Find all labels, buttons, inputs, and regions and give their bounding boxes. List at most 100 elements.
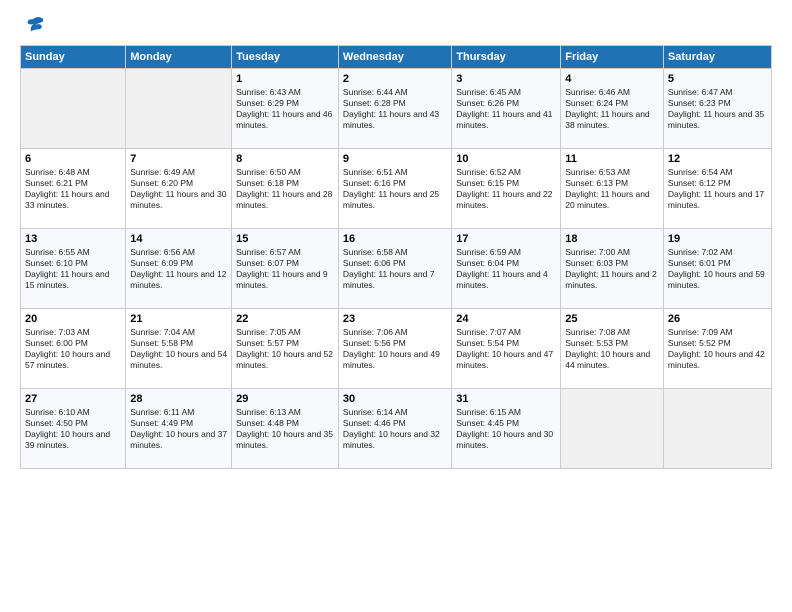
day-number: 6	[25, 152, 121, 166]
table-row: 4Sunrise: 6:46 AMSunset: 6:24 PMDaylight…	[561, 68, 664, 148]
cell-text: Sunrise: 6:47 AMSunset: 6:23 PMDaylight:…	[668, 87, 767, 131]
day-number: 21	[130, 312, 227, 326]
table-row: 9Sunrise: 6:51 AMSunset: 6:16 PMDaylight…	[338, 148, 451, 228]
table-row: 11Sunrise: 6:53 AMSunset: 6:13 PMDayligh…	[561, 148, 664, 228]
table-row: 23Sunrise: 7:06 AMSunset: 5:56 PMDayligh…	[338, 308, 451, 388]
table-row: 28Sunrise: 6:11 AMSunset: 4:49 PMDayligh…	[126, 388, 232, 468]
table-row: 14Sunrise: 6:56 AMSunset: 6:09 PMDayligh…	[126, 228, 232, 308]
day-number: 4	[565, 72, 659, 86]
cell-text: Sunrise: 6:44 AMSunset: 6:28 PMDaylight:…	[343, 87, 447, 131]
table-row: 26Sunrise: 7:09 AMSunset: 5:52 PMDayligh…	[663, 308, 771, 388]
table-row: 31Sunrise: 6:15 AMSunset: 4:45 PMDayligh…	[452, 388, 561, 468]
table-row: 1Sunrise: 6:43 AMSunset: 6:29 PMDaylight…	[232, 68, 339, 148]
day-number: 24	[456, 312, 556, 326]
cell-text: Sunrise: 6:10 AMSunset: 4:50 PMDaylight:…	[25, 407, 121, 451]
day-number: 12	[668, 152, 767, 166]
cell-text: Sunrise: 6:50 AMSunset: 6:18 PMDaylight:…	[236, 167, 334, 211]
week-row-3: 20Sunrise: 7:03 AMSunset: 6:00 PMDayligh…	[21, 308, 772, 388]
cell-text: Sunrise: 6:51 AMSunset: 6:16 PMDaylight:…	[343, 167, 447, 211]
table-row: 8Sunrise: 6:50 AMSunset: 6:18 PMDaylight…	[232, 148, 339, 228]
cell-text: Sunrise: 6:53 AMSunset: 6:13 PMDaylight:…	[565, 167, 659, 211]
table-row: 3Sunrise: 6:45 AMSunset: 6:26 PMDaylight…	[452, 68, 561, 148]
table-row: 6Sunrise: 6:48 AMSunset: 6:21 PMDaylight…	[21, 148, 126, 228]
cell-text: Sunrise: 6:58 AMSunset: 6:06 PMDaylight:…	[343, 247, 447, 291]
table-row: 17Sunrise: 6:59 AMSunset: 6:04 PMDayligh…	[452, 228, 561, 308]
table-row: 18Sunrise: 7:00 AMSunset: 6:03 PMDayligh…	[561, 228, 664, 308]
col-header-saturday: Saturday	[663, 45, 771, 68]
table-row	[561, 388, 664, 468]
table-row: 2Sunrise: 6:44 AMSunset: 6:28 PMDaylight…	[338, 68, 451, 148]
day-number: 18	[565, 232, 659, 246]
logo-bird-icon	[23, 16, 45, 34]
col-header-thursday: Thursday	[452, 45, 561, 68]
header-row: SundayMondayTuesdayWednesdayThursdayFrid…	[21, 45, 772, 68]
cell-text: Sunrise: 6:46 AMSunset: 6:24 PMDaylight:…	[565, 87, 659, 131]
cell-text: Sunrise: 6:59 AMSunset: 6:04 PMDaylight:…	[456, 247, 556, 291]
table-row	[126, 68, 232, 148]
day-number: 2	[343, 72, 447, 86]
day-number: 16	[343, 232, 447, 246]
table-row: 27Sunrise: 6:10 AMSunset: 4:50 PMDayligh…	[21, 388, 126, 468]
logo	[20, 15, 43, 35]
day-number: 15	[236, 232, 334, 246]
cell-text: Sunrise: 6:55 AMSunset: 6:10 PMDaylight:…	[25, 247, 121, 291]
cell-text: Sunrise: 7:06 AMSunset: 5:56 PMDaylight:…	[343, 327, 447, 371]
table-row: 29Sunrise: 6:13 AMSunset: 4:48 PMDayligh…	[232, 388, 339, 468]
day-number: 10	[456, 152, 556, 166]
table-row: 20Sunrise: 7:03 AMSunset: 6:00 PMDayligh…	[21, 308, 126, 388]
day-number: 3	[456, 72, 556, 86]
day-number: 28	[130, 392, 227, 406]
week-row-0: 1Sunrise: 6:43 AMSunset: 6:29 PMDaylight…	[21, 68, 772, 148]
cell-text: Sunrise: 6:48 AMSunset: 6:21 PMDaylight:…	[25, 167, 121, 211]
cell-text: Sunrise: 7:09 AMSunset: 5:52 PMDaylight:…	[668, 327, 767, 371]
col-header-friday: Friday	[561, 45, 664, 68]
day-number: 9	[343, 152, 447, 166]
day-number: 23	[343, 312, 447, 326]
cell-text: Sunrise: 6:14 AMSunset: 4:46 PMDaylight:…	[343, 407, 447, 451]
col-header-wednesday: Wednesday	[338, 45, 451, 68]
table-row	[21, 68, 126, 148]
cell-text: Sunrise: 6:13 AMSunset: 4:48 PMDaylight:…	[236, 407, 334, 451]
table-row: 22Sunrise: 7:05 AMSunset: 5:57 PMDayligh…	[232, 308, 339, 388]
week-row-1: 6Sunrise: 6:48 AMSunset: 6:21 PMDaylight…	[21, 148, 772, 228]
day-number: 7	[130, 152, 227, 166]
day-number: 29	[236, 392, 334, 406]
day-number: 20	[25, 312, 121, 326]
day-number: 19	[668, 232, 767, 246]
day-number: 1	[236, 72, 334, 86]
table-row: 15Sunrise: 6:57 AMSunset: 6:07 PMDayligh…	[232, 228, 339, 308]
day-number: 14	[130, 232, 227, 246]
col-header-monday: Monday	[126, 45, 232, 68]
calendar-table: SundayMondayTuesdayWednesdayThursdayFrid…	[20, 45, 772, 469]
table-row: 30Sunrise: 6:14 AMSunset: 4:46 PMDayligh…	[338, 388, 451, 468]
cell-text: Sunrise: 7:03 AMSunset: 6:00 PMDaylight:…	[25, 327, 121, 371]
table-row	[663, 388, 771, 468]
week-row-4: 27Sunrise: 6:10 AMSunset: 4:50 PMDayligh…	[21, 388, 772, 468]
cell-text: Sunrise: 6:54 AMSunset: 6:12 PMDaylight:…	[668, 167, 767, 211]
cell-text: Sunrise: 6:11 AMSunset: 4:49 PMDaylight:…	[130, 407, 227, 451]
table-row: 12Sunrise: 6:54 AMSunset: 6:12 PMDayligh…	[663, 148, 771, 228]
table-row: 24Sunrise: 7:07 AMSunset: 5:54 PMDayligh…	[452, 308, 561, 388]
cell-text: Sunrise: 6:49 AMSunset: 6:20 PMDaylight:…	[130, 167, 227, 211]
calendar-body: 1Sunrise: 6:43 AMSunset: 6:29 PMDaylight…	[21, 68, 772, 468]
day-number: 26	[668, 312, 767, 326]
table-row: 5Sunrise: 6:47 AMSunset: 6:23 PMDaylight…	[663, 68, 771, 148]
col-header-sunday: Sunday	[21, 45, 126, 68]
day-number: 31	[456, 392, 556, 406]
cell-text: Sunrise: 6:15 AMSunset: 4:45 PMDaylight:…	[456, 407, 556, 451]
header	[20, 15, 772, 35]
cell-text: Sunrise: 6:52 AMSunset: 6:15 PMDaylight:…	[456, 167, 556, 211]
day-number: 17	[456, 232, 556, 246]
cell-text: Sunrise: 7:05 AMSunset: 5:57 PMDaylight:…	[236, 327, 334, 371]
day-number: 5	[668, 72, 767, 86]
table-row: 21Sunrise: 7:04 AMSunset: 5:58 PMDayligh…	[126, 308, 232, 388]
table-row: 19Sunrise: 7:02 AMSunset: 6:01 PMDayligh…	[663, 228, 771, 308]
cell-text: Sunrise: 6:45 AMSunset: 6:26 PMDaylight:…	[456, 87, 556, 131]
day-number: 11	[565, 152, 659, 166]
cell-text: Sunrise: 7:00 AMSunset: 6:03 PMDaylight:…	[565, 247, 659, 291]
table-row: 16Sunrise: 6:58 AMSunset: 6:06 PMDayligh…	[338, 228, 451, 308]
day-number: 30	[343, 392, 447, 406]
calendar-header: SundayMondayTuesdayWednesdayThursdayFrid…	[21, 45, 772, 68]
week-row-2: 13Sunrise: 6:55 AMSunset: 6:10 PMDayligh…	[21, 228, 772, 308]
table-row: 10Sunrise: 6:52 AMSunset: 6:15 PMDayligh…	[452, 148, 561, 228]
